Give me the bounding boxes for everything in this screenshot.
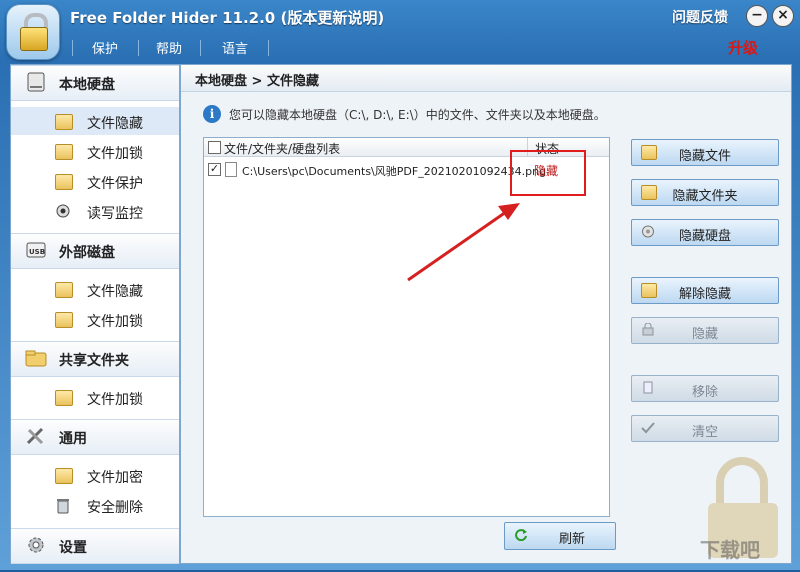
- sidebar-item-local-rw-monitor[interactable]: 读写监控: [11, 197, 179, 225]
- sidebar-item-local-file-lock[interactable]: 文件加锁: [11, 137, 179, 165]
- menu-protect[interactable]: 保护: [92, 38, 118, 57]
- folder-lock-icon: [55, 390, 73, 406]
- folder-shield-icon: [55, 174, 73, 190]
- folder-encrypt-icon: [55, 468, 73, 484]
- unhide-button[interactable]: 解除隐藏: [631, 277, 779, 304]
- feedback-link[interactable]: 问题反馈: [672, 7, 728, 27]
- close-button[interactable]: ×: [772, 5, 794, 27]
- usb-drive-icon: USB: [25, 240, 47, 260]
- window-title: Free Folder Hider 11.2.0 (版本更新说明): [70, 9, 385, 27]
- remove-button[interactable]: 移除: [631, 375, 779, 402]
- hide-disk-button[interactable]: 隐藏硬盘: [631, 219, 779, 246]
- sidebar-item-local-file-protect[interactable]: 文件保护: [11, 167, 179, 195]
- breadcrumb-bar: 本地硬盘 > 文件隐藏: [181, 65, 791, 92]
- info-text: 您可以隐藏本地硬盘（C:\, D:\, E:\）中的文件、文件夹以及本地硬盘。: [229, 108, 606, 122]
- sidebar-item-local-file-hide[interactable]: 文件隐藏: [11, 107, 179, 135]
- refresh-button[interactable]: 刷新: [504, 522, 616, 550]
- sidebar-item-file-encrypt[interactable]: 文件加密: [11, 461, 179, 489]
- minimize-button[interactable]: −: [746, 5, 768, 27]
- row-checkbox[interactable]: ✓: [208, 163, 221, 176]
- sidebar: 本地硬盘 文件隐藏 文件加锁 文件保护 读写监控 USB 外部磁盘 文件隐藏 文…: [10, 64, 180, 564]
- hide-button[interactable]: 隐藏: [631, 317, 779, 344]
- info-icon: i: [203, 105, 221, 123]
- folder-hide-icon: [55, 282, 73, 298]
- sidebar-item-shared-file-lock[interactable]: 文件加锁: [11, 383, 179, 411]
- trash-icon: [55, 498, 71, 514]
- app-window: Free Folder Hider 11.2.0 (版本更新说明) 问题反馈 −…: [0, 0, 800, 570]
- hide-folder-button[interactable]: 隐藏文件夹: [631, 179, 779, 206]
- tools-icon: [25, 426, 47, 446]
- menu-language[interactable]: 语言: [222, 38, 248, 57]
- menu-help[interactable]: 帮助: [156, 38, 182, 57]
- section-settings[interactable]: 设置: [11, 528, 179, 564]
- section-local-disk[interactable]: 本地硬盘: [11, 65, 179, 101]
- column-header-name[interactable]: 文件/文件夹/硬盘列表: [224, 140, 340, 157]
- sidebar-item-external-file-hide[interactable]: 文件隐藏: [11, 275, 179, 303]
- hard-disk-icon: [25, 72, 47, 92]
- svg-text:USB: USB: [29, 248, 45, 256]
- clear-button[interactable]: 清空: [631, 415, 779, 442]
- sidebar-item-external-file-lock[interactable]: 文件加锁: [11, 305, 179, 333]
- folder-lock-icon: [55, 312, 73, 328]
- watermark-text: 下载吧: [700, 538, 760, 562]
- title-bar: Free Folder Hider 11.2.0 (版本更新说明) 问题反馈 −…: [0, 0, 800, 60]
- section-external-disk[interactable]: USB 外部磁盘: [11, 233, 179, 269]
- menu-bar: 保护 帮助 语言 升级: [0, 34, 800, 60]
- section-general[interactable]: 通用: [11, 419, 179, 455]
- section-shared-folder[interactable]: 共享文件夹: [11, 341, 179, 377]
- breadcrumb: 本地硬盘 > 文件隐藏: [195, 74, 319, 89]
- monitor-disk-icon: [55, 204, 71, 218]
- row-path: C:\Users\pc\Documents\风驰PDF_202102010924…: [242, 165, 547, 178]
- file-icon: [225, 162, 237, 177]
- highlight-box: [510, 150, 586, 196]
- upgrade-link[interactable]: 升级: [728, 37, 758, 58]
- gear-icon: [25, 535, 47, 555]
- sidebar-item-secure-delete[interactable]: 安全删除: [11, 491, 179, 519]
- folder-lock-icon: [55, 144, 73, 160]
- shared-folder-icon: [25, 348, 47, 368]
- select-all-checkbox[interactable]: [208, 141, 221, 154]
- hide-file-button[interactable]: 隐藏文件: [631, 139, 779, 166]
- folder-hide-icon: [55, 114, 73, 130]
